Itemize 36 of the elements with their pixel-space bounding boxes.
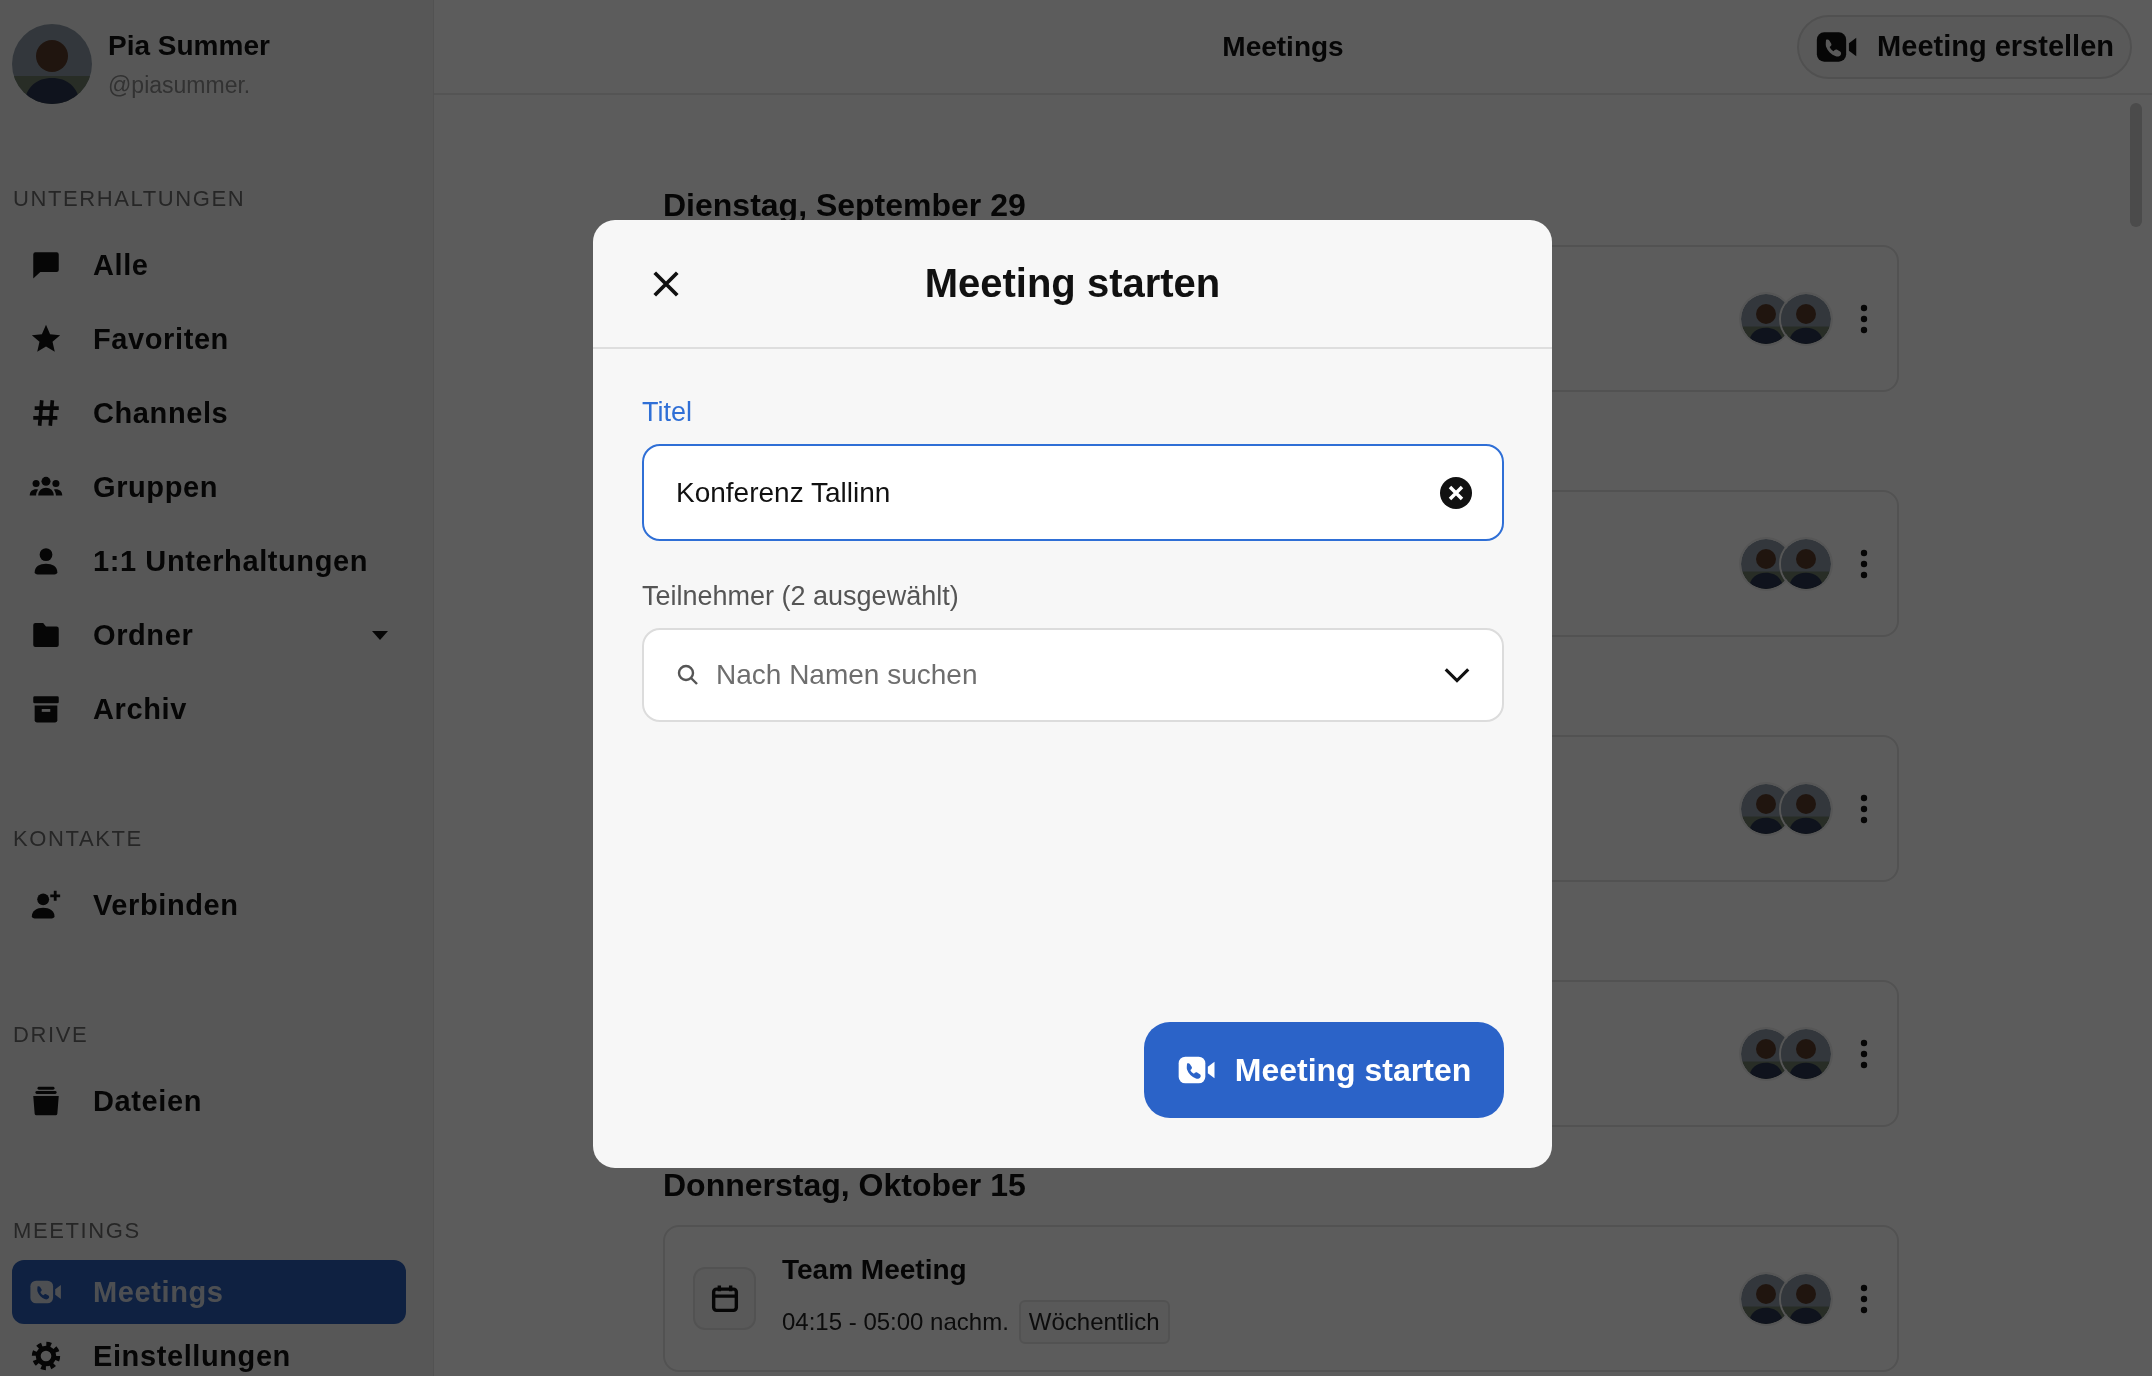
dropdown-field[interactable]: Nach Namen suchen: [642, 628, 1504, 722]
chevron-down-icon[interactable]: [1442, 666, 1472, 684]
settings-icon: [29, 1339, 63, 1373]
sidebar-item[interactable]: Channels: [12, 376, 406, 450]
start-meeting-button[interactable]: Meeting starten: [1144, 1022, 1504, 1118]
day-heading: Dienstag, September 29: [663, 186, 1027, 225]
day-heading: Donnerstag, Oktober 15: [663, 1166, 1027, 1205]
meeting-card[interactable]: Team Meeting 04:15 - 05:00 nachm. Wöchentlich: [663, 1225, 1899, 1372]
search-input[interactable]: Nach Namen suchen: [716, 659, 1426, 691]
sidebar-item[interactable]: Alle: [12, 228, 406, 302]
more-icon[interactable]: [1859, 548, 1869, 579]
create-meeting-button[interactable]: Meeting erstellen: [1797, 14, 2132, 79]
more-icon[interactable]: [1859, 1038, 1869, 1069]
field-label: Teilnehmer (2 ausgewählt): [642, 581, 960, 612]
field-label: Titel: [642, 397, 693, 428]
recurrence-tag: Wöchentlich: [1018, 1299, 1170, 1344]
page-title: Meetings: [1222, 30, 1344, 63]
clear-icon[interactable]: [1440, 476, 1472, 509]
sidebar-item[interactable]: Ordner: [12, 598, 406, 672]
more-icon[interactable]: [1859, 303, 1869, 334]
dialog-title: Meeting starten: [924, 261, 1221, 306]
user-name: Pia Summer: [108, 29, 270, 62]
sidebar-item[interactable]: Gruppen: [12, 450, 406, 524]
sidebar-item[interactable]: 1:1 Unterhaltungen: [12, 524, 406, 598]
meeting-time: 04:15 - 05:00 nachm.: [782, 1307, 1009, 1336]
more-icon[interactable]: [1859, 1283, 1869, 1314]
sidebar-item[interactable]: Einstellungen: [12, 1324, 406, 1376]
input-field[interactable]: Konferenz Tallinn: [642, 444, 1504, 541]
meeting-title: Team Meeting: [782, 1253, 968, 1286]
search-icon: [676, 663, 700, 687]
text-input[interactable]: Konferenz Tallinn: [676, 476, 1424, 509]
sidebar-item[interactable]: Verbinden: [12, 868, 406, 942]
sidebar-item[interactable]: Dateien: [12, 1064, 406, 1138]
sidebar-item[interactable]: Favoriten: [12, 302, 406, 376]
more-icon[interactable]: [1859, 793, 1869, 824]
sidebar-item[interactable]: Archiv: [12, 672, 406, 746]
